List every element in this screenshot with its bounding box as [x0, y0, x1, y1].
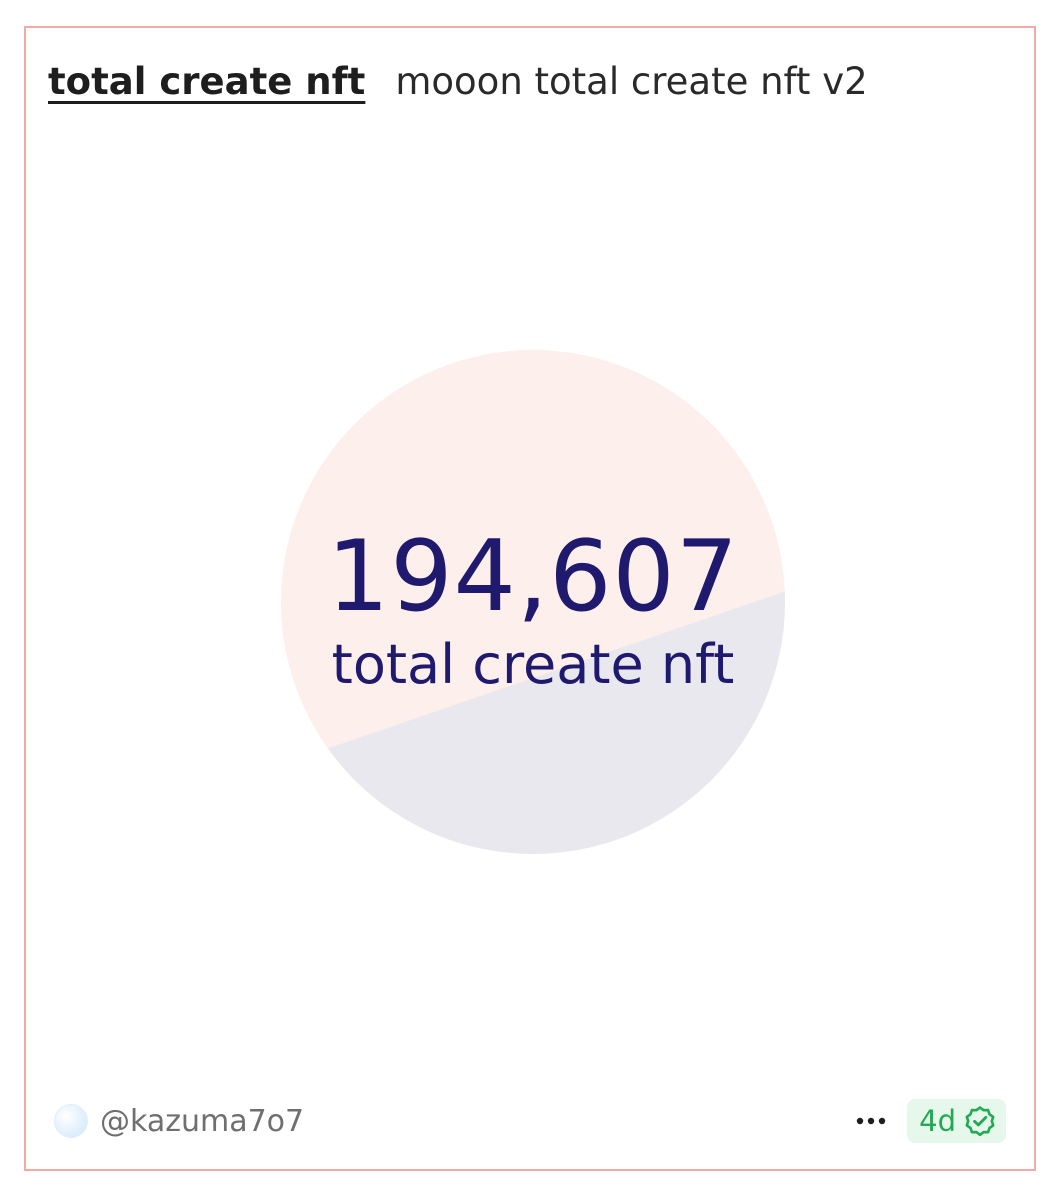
counter-label: total create nft: [331, 633, 735, 696]
updated-time: 4d: [919, 1104, 956, 1138]
updated-badge: 4d: [907, 1099, 1006, 1143]
verified-check-icon: [965, 1106, 995, 1137]
footer-actions: 4d: [853, 1099, 1006, 1143]
visualization-card: total create nft mooon total create nft …: [24, 26, 1036, 1171]
avatar: [54, 1104, 88, 1138]
author-link[interactable]: @kazuma7o7: [54, 1104, 304, 1139]
counter-value: 194,607: [326, 520, 740, 634]
card-header: total create nft mooon total create nft …: [48, 60, 868, 103]
visualization-title: mooon total create nft v2: [395, 60, 868, 103]
more-options-button[interactable]: [853, 1103, 889, 1139]
card-footer: @kazuma7o7 4d: [54, 1098, 1006, 1144]
query-title-link[interactable]: total create nft: [48, 60, 365, 103]
more-horizontal-icon: [856, 1117, 886, 1125]
author-name: @kazuma7o7: [100, 1103, 305, 1139]
counter-visualization: 194,607 total create nft: [281, 350, 785, 854]
